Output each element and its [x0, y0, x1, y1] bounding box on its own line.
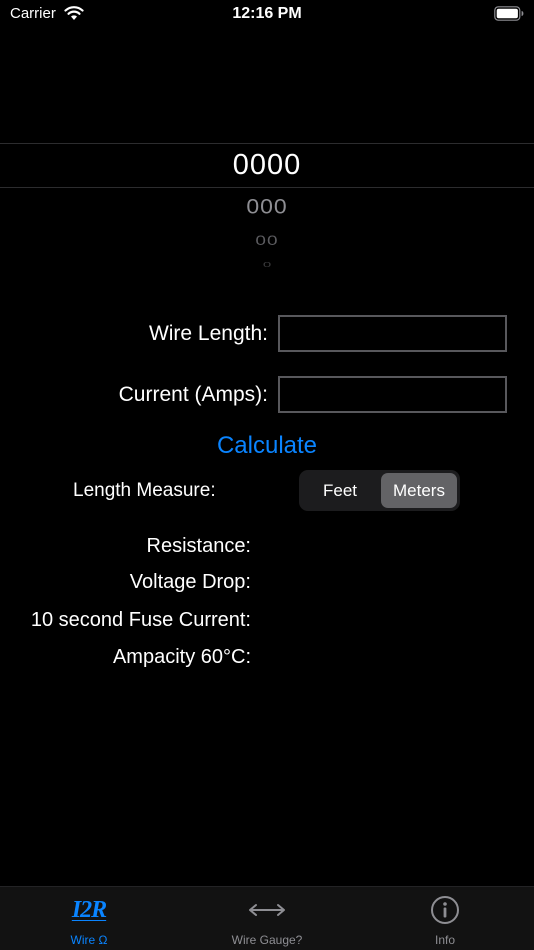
- status-bar: Carrier 12:16 PM: [0, 0, 534, 30]
- status-time: 12:16 PM: [232, 5, 302, 22]
- tab-label: Wire Ω: [70, 933, 108, 947]
- info-circle-icon: [431, 896, 459, 924]
- left-right-arrow-icon: [178, 895, 356, 925]
- tab-wire-gauge[interactable]: Wire Gauge?: [178, 887, 356, 950]
- wire-gauge-picker[interactable]: 0000 000 00 0: [0, 140, 534, 285]
- ampacity-label: Ampacity 60°C:: [112, 646, 251, 668]
- picker-selected-value[interactable]: 0000: [0, 149, 534, 182]
- current-amps-input[interactable]: [278, 376, 507, 413]
- resistance-label: Resistance:: [146, 535, 252, 557]
- wire-length-label: Wire Length:: [148, 322, 268, 345]
- wire-length-input[interactable]: [278, 315, 507, 352]
- picker-option[interactable]: 00: [0, 233, 534, 250]
- tab-label: Wire Gauge?: [231, 933, 303, 947]
- tab-label: Info: [434, 933, 455, 947]
- current-amps-label: Current (Amps):: [118, 383, 268, 406]
- tab-wire-ohm[interactable]: I2R Wire Ω: [0, 887, 178, 950]
- length-measure-segmented-control: Feet Meters: [299, 470, 460, 511]
- i2r-logo-text: I2R: [71, 896, 107, 923]
- segment-feet[interactable]: Feet: [302, 473, 378, 508]
- left-right-arrow-icon: [249, 904, 285, 916]
- calculate-button[interactable]: Calculate: [0, 432, 534, 460]
- length-measure-label: Length Measure:: [73, 480, 216, 501]
- voltage-drop-label: Voltage Drop:: [129, 571, 251, 593]
- segment-meters[interactable]: Meters: [381, 473, 457, 508]
- tab-bar: I2R Wire Ω Wire Gauge? Info: [0, 886, 534, 950]
- info-circle-icon: [356, 895, 534, 925]
- picker-option[interactable]: 0: [0, 260, 534, 269]
- i2r-logo-icon: I2R: [0, 895, 178, 925]
- picker-option[interactable]: 000: [0, 194, 534, 219]
- battery-icon: [494, 6, 524, 21]
- tab-info[interactable]: Info: [356, 887, 534, 950]
- fuse-current-label: 10 second Fuse Current:: [30, 609, 251, 631]
